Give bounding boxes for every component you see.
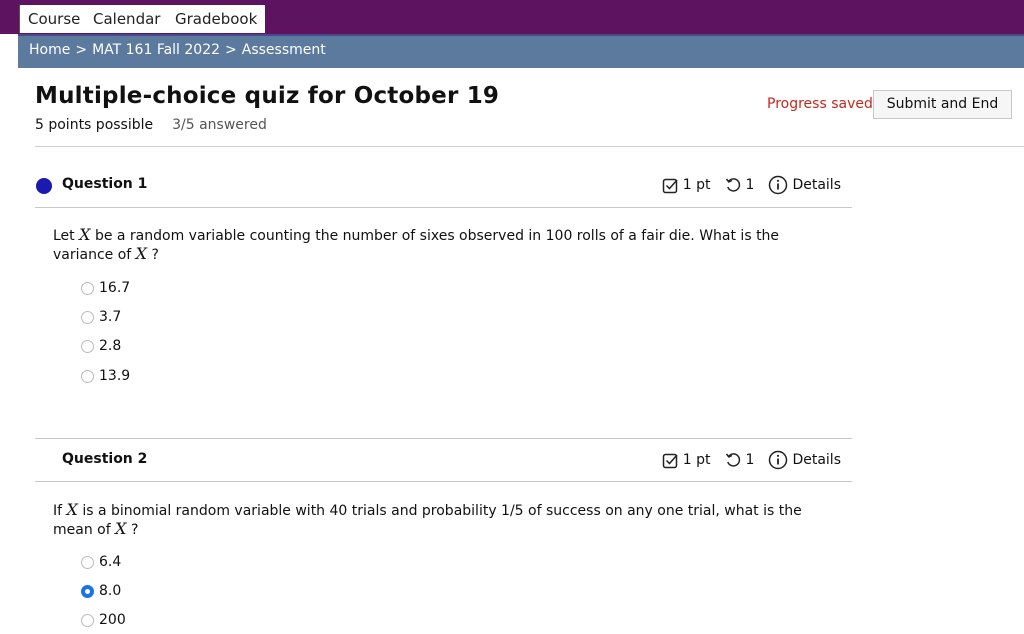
points-summary: 5 points possible 3/5 answered: [35, 117, 267, 133]
math-variable: X: [79, 225, 91, 244]
submit-and-end-button[interactable]: Submit and End: [873, 90, 1012, 119]
option-label: 200: [99, 612, 126, 628]
answer-option[interactable]: 13.9: [81, 367, 130, 385]
option-label: 6.4: [99, 554, 122, 570]
question-text-part: Let: [53, 228, 80, 244]
option-label: 2.8: [99, 338, 122, 354]
question-meta: 1 pt 1 Details: [662, 175, 841, 195]
progress-status: Progress saved: [767, 96, 873, 112]
question-meta: 1 pt 1 Details: [662, 450, 841, 470]
question-text: If X is a binomial random variable with …: [53, 501, 823, 539]
breadcrumb-separator: >: [75, 42, 88, 58]
divider: [35, 438, 852, 439]
breadcrumb-current: Assessment: [241, 42, 326, 58]
question-text-part: ?: [147, 247, 159, 263]
option-label: 13.9: [99, 368, 131, 384]
current-question-indicator: [36, 178, 52, 194]
math-variable: X: [115, 519, 127, 538]
breadcrumb-separator: >: [225, 42, 237, 58]
retry-icon: [725, 177, 742, 194]
breadcrumb-home[interactable]: Home: [29, 42, 70, 58]
radio-button[interactable]: [81, 281, 94, 295]
radio-button[interactable]: [81, 310, 94, 324]
retry-icon: [725, 452, 742, 469]
question-text-part: ?: [126, 522, 139, 538]
question-title: Question 1: [62, 176, 148, 192]
info-icon[interactable]: [768, 450, 788, 470]
breadcrumb-course[interactable]: MAT 161 Fall 2022: [92, 42, 220, 58]
option-label: 8.0: [99, 583, 122, 599]
question-text: Let X be a random variable counting the …: [53, 226, 823, 264]
radio-button[interactable]: [81, 555, 94, 569]
radio-button[interactable]: [81, 339, 94, 353]
breadcrumb: Home > MAT 161 Fall 2022 > Assessment: [18, 34, 1024, 68]
checkbox-icon: [662, 177, 679, 194]
divider: [35, 207, 852, 208]
answer-option[interactable]: 3.7: [81, 308, 121, 326]
page-title: Multiple-choice quiz for October 19: [35, 83, 500, 109]
info-icon[interactable]: [768, 175, 788, 195]
math-variable: X: [135, 244, 148, 263]
points-possible: 5 points possible: [35, 117, 154, 133]
question-title: Question 2: [62, 451, 148, 467]
attempts-value: 1: [745, 452, 755, 468]
attempts-value: 1: [745, 177, 755, 193]
details-link[interactable]: Details: [792, 177, 841, 193]
answer-option[interactable]: 200: [81, 611, 126, 629]
question-text-part: If: [53, 503, 67, 519]
divider: [35, 481, 852, 482]
question-text-part: be a random variable counting the number…: [53, 228, 780, 263]
answer-option[interactable]: 2.8: [81, 337, 121, 355]
question-header: Question 1 1 pt 1 Details: [35, 174, 852, 204]
nav-calendar[interactable]: Calendar: [85, 5, 170, 33]
question-text-part: is a binomial random variable with 40 tr…: [53, 503, 802, 538]
radio-button-selected[interactable]: [81, 584, 94, 598]
math-variable: X: [66, 500, 78, 519]
answer-option[interactable]: 16.7: [81, 279, 130, 297]
points-value: 1 pt: [682, 452, 711, 468]
answered-count: 3/5 answered: [172, 117, 267, 133]
answer-option[interactable]: 8.0: [81, 582, 121, 600]
option-label: 3.7: [99, 309, 122, 325]
details-link[interactable]: Details: [792, 452, 841, 468]
nav-gradebook[interactable]: Gradebook: [167, 5, 267, 33]
answer-option[interactable]: 6.4: [81, 553, 121, 571]
question-header: Question 2 1 pt 1 Details: [35, 449, 852, 479]
option-label: 16.7: [99, 280, 131, 296]
nav-course[interactable]: Course: [19, 5, 90, 33]
radio-button[interactable]: [81, 369, 94, 383]
top-nav: Course Calendar Gradebook: [0, 0, 1024, 34]
divider: [35, 146, 1024, 147]
radio-button[interactable]: [81, 613, 94, 627]
points-value: 1 pt: [682, 177, 711, 193]
checkbox-icon: [662, 452, 679, 469]
